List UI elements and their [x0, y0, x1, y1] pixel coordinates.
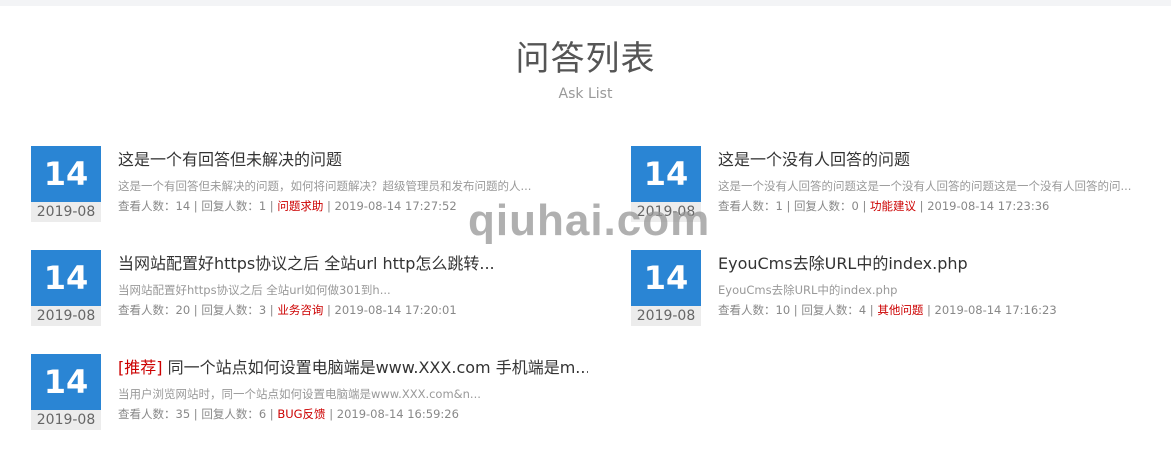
date-day: 14 [631, 146, 701, 202]
page-subtitle: Ask List [558, 86, 613, 102]
date-year-month: 2019-08 [31, 202, 101, 222]
views-count: 查看人数：14 [118, 199, 191, 213]
question-meta: 查看人数：1 | 回复人数：0 | 功能建议 | 2019-08-14 17:2… [718, 199, 1050, 213]
replies-count: 回复人数：0 [794, 199, 859, 213]
question-meta: 查看人数：35 | 回复人数：6 | BUG反馈 | 2019-08-14 16… [118, 407, 459, 421]
question-description: EyouCms去除URL中的index.php [718, 283, 898, 297]
question-title-link[interactable]: 当网站配置好https协议之后 全站url http怎么跳转... [118, 252, 588, 276]
question-item: 14 2019-08 这是一个没有人回答的问题 这是一个没有人回答的问题这是一个… [631, 146, 1171, 222]
category-link[interactable]: 功能建议 [870, 199, 916, 213]
date-day: 14 [31, 146, 101, 202]
question-description: 当用户浏览网站时，同一个站点如何设置电脑端是www.XXX.com&n... [118, 387, 481, 401]
question-title: EyouCms去除URL中的index.php [718, 254, 968, 273]
date-year-month: 2019-08 [631, 306, 701, 326]
post-time: 2019-08-14 17:23:36 [927, 199, 1050, 213]
views-count: 查看人数：35 [118, 407, 191, 421]
section-heading: 问答列表 Ask List [0, 36, 1171, 102]
date-day: 14 [631, 250, 701, 306]
recommend-tag: [推荐] [118, 358, 163, 377]
question-title-link[interactable]: 这是一个有回答但未解决的问题 [118, 148, 588, 172]
question-description: 这是一个没有人回答的问题这是一个没有人回答的问题这是一个没有人回答的问... [718, 179, 1132, 193]
date-badge: 14 2019-08 [31, 354, 101, 430]
question-item: 14 2019-08 EyouCms去除URL中的index.php EyouC… [631, 250, 1171, 326]
question-title: 这是一个有回答但未解决的问题 [118, 150, 343, 169]
replies-count: 回复人数：4 [801, 303, 867, 317]
replies-count: 回复人数：3 [201, 303, 267, 317]
views-count: 查看人数：20 [118, 303, 191, 317]
date-badge: 14 2019-08 [31, 146, 101, 222]
date-day: 14 [31, 354, 101, 410]
category-link[interactable]: 其他问题 [877, 303, 923, 317]
replies-count: 回复人数：1 [201, 199, 267, 213]
replies-count: 回复人数：6 [201, 407, 267, 421]
date-badge: 14 2019-08 [631, 250, 701, 326]
question-meta: 查看人数：20 | 回复人数：3 | 业务咨询 | 2019-08-14 17:… [118, 303, 457, 317]
post-time: 2019-08-14 17:20:01 [334, 303, 457, 317]
question-title-link[interactable]: 这是一个没有人回答的问题 [718, 148, 1171, 172]
post-time: 2019-08-14 17:27:52 [334, 199, 457, 213]
question-description: 这是一个有回答但未解决的问题，如何将问题解决？超级管理员和发布问题的人... [118, 179, 532, 193]
question-title-link[interactable]: [推荐] 同一个站点如何设置电脑端是www.XXX.com 手机端是m... [118, 356, 588, 380]
question-item: 14 2019-08 当网站配置好https协议之后 全站url http怎么跳… [31, 250, 591, 326]
date-year-month: 2019-08 [31, 306, 101, 326]
post-time: 2019-08-14 16:59:26 [336, 407, 459, 421]
date-badge: 14 2019-08 [31, 250, 101, 326]
question-title: 同一个站点如何设置电脑端是www.XXX.com 手机端是m... [167, 358, 588, 377]
post-time: 2019-08-14 17:16:23 [934, 303, 1057, 317]
page-title: 问答列表 [515, 39, 656, 79]
watermark: qiuhai.com [468, 196, 711, 245]
category-link[interactable]: 业务咨询 [277, 303, 323, 317]
views-count: 查看人数：1 [718, 199, 783, 213]
question-title: 当网站配置好https协议之后 全站url http怎么跳转... [118, 254, 495, 273]
top-bar [0, 0, 1171, 6]
question-description: 当网站配置好https协议之后 全站url如何做301到h... [118, 283, 391, 297]
date-day: 14 [31, 250, 101, 306]
category-link[interactable]: BUG反馈 [277, 407, 325, 421]
views-count: 查看人数：10 [718, 303, 791, 317]
question-item: 14 2019-08 [推荐] 同一个站点如何设置电脑端是www.XXX.com… [31, 354, 591, 430]
question-title: 这是一个没有人回答的问题 [718, 150, 911, 169]
date-year-month: 2019-08 [31, 410, 101, 430]
question-meta: 查看人数：10 | 回复人数：4 | 其他问题 | 2019-08-14 17:… [718, 303, 1057, 317]
question-title-link[interactable]: EyouCms去除URL中的index.php [718, 252, 1171, 276]
category-link[interactable]: 问题求助 [277, 199, 323, 213]
